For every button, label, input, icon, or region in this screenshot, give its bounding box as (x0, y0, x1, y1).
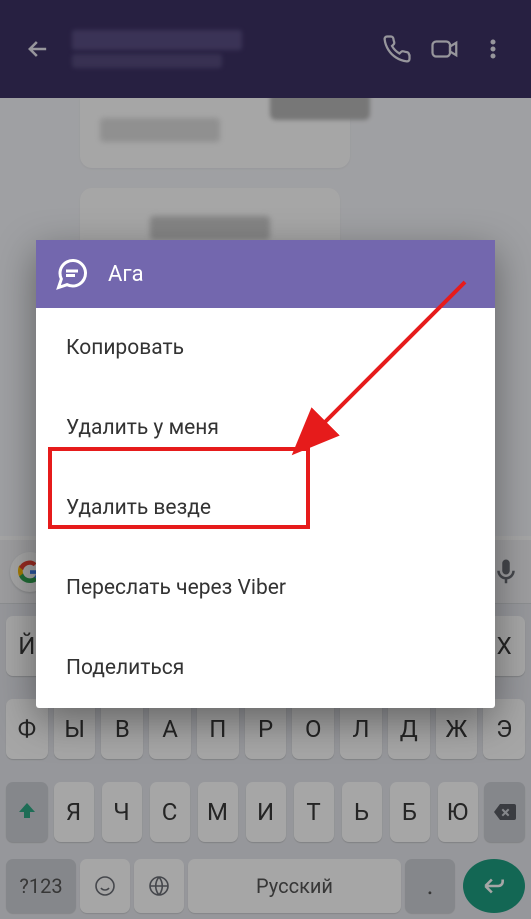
dialog-title: Ага (108, 262, 144, 287)
key-Ь[interactable]: Ь (342, 782, 382, 842)
period-key[interactable]: . (405, 859, 455, 913)
key-Ю[interactable]: Ю (438, 782, 478, 842)
video-call-button[interactable] (421, 25, 469, 73)
dialog-header: Ага (36, 240, 495, 308)
message-bubble (80, 98, 350, 168)
enter-icon (481, 873, 507, 899)
back-button[interactable] (14, 25, 62, 73)
message-context-menu: Ага Копировать Удалить у меня Удалить ве… (36, 240, 495, 708)
globe-icon (147, 874, 171, 898)
back-arrow-icon (24, 35, 52, 63)
backspace-key[interactable] (484, 782, 526, 842)
menu-item-delete-for-me[interactable]: Удалить у меня (36, 388, 495, 468)
app-bar (0, 0, 531, 98)
video-icon (427, 34, 463, 64)
menu-item-delete-everywhere[interactable]: Удалить везде (36, 468, 495, 548)
emoji-key[interactable] (80, 859, 130, 913)
more-menu-button[interactable] (469, 25, 517, 73)
more-vertical-icon (481, 35, 505, 63)
key-С[interactable]: С (150, 782, 190, 842)
menu-item-copy[interactable]: Копировать (36, 308, 495, 388)
voice-call-button[interactable] (373, 25, 421, 73)
message-bubble-icon (54, 256, 90, 292)
backspace-icon (490, 800, 518, 824)
chat-title-block[interactable] (72, 30, 242, 68)
shift-key[interactable] (6, 782, 48, 842)
microphone-icon[interactable] (491, 557, 521, 587)
menu-item-share[interactable]: Поделиться (36, 628, 495, 708)
keyboard-row-3: ЯЧСМИТЬБЮ (0, 770, 531, 853)
enter-key[interactable] (463, 859, 525, 913)
phone-icon (382, 34, 412, 64)
shift-icon (15, 800, 39, 824)
language-key[interactable] (134, 859, 184, 913)
key-Я[interactable]: Я (54, 782, 94, 842)
key-М[interactable]: М (198, 782, 238, 842)
key-Т[interactable]: Т (294, 782, 334, 842)
key-Ч[interactable]: Ч (102, 782, 142, 842)
keyboard-bottom-row: ?123 Русский . (0, 853, 531, 919)
menu-item-forward-viber[interactable]: Переслать через Viber (36, 548, 495, 628)
key-И[interactable]: И (246, 782, 286, 842)
key-Б[interactable]: Б (390, 782, 430, 842)
space-key[interactable]: Русский (188, 859, 401, 913)
symbols-key[interactable]: ?123 (6, 859, 76, 913)
emoji-icon (93, 874, 117, 898)
